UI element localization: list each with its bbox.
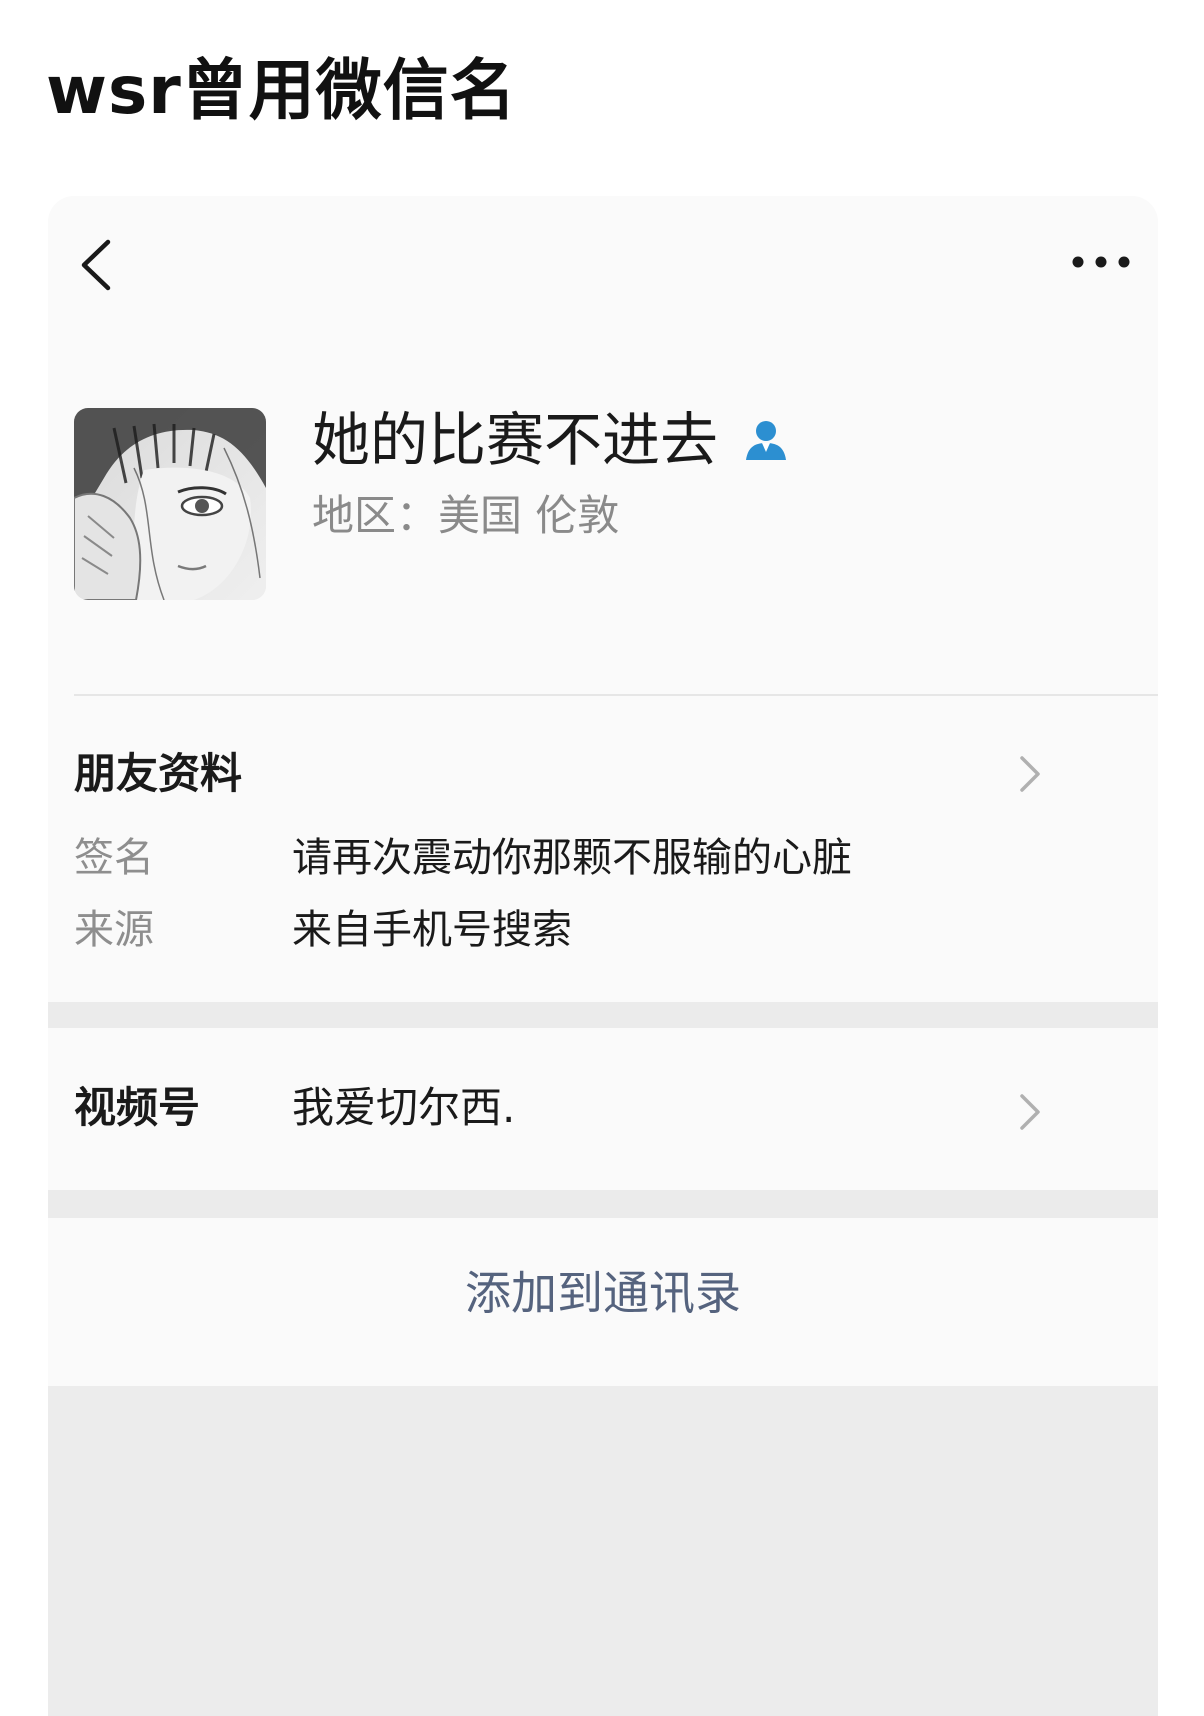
chevron-right-icon bbox=[1020, 756, 1040, 792]
person-icon bbox=[746, 421, 787, 460]
friend-info-section[interactable]: 朋友资料 签名 请再次震动你那颗不服输的心脏 来源 来自手机号搜索 bbox=[48, 696, 1158, 1002]
friend-info-title: 朋友资料 bbox=[74, 749, 243, 798]
signature-label: 签名 bbox=[74, 835, 154, 881]
more-dots-icon bbox=[1072, 256, 1130, 268]
profile-card: 她的比赛不进去 地区：美国 伦敦 朋友资料 签名 请再次震动你那颗不服输的心脏 … bbox=[48, 196, 1158, 1716]
section-gap bbox=[48, 1190, 1158, 1218]
screenshot-page: wsr曾用微信名 她的比赛不进去 地区：美国 伦敦 朋友资料 签名 请再次震动你… bbox=[0, 0, 1204, 1716]
source-value: 来自手机号搜索 bbox=[292, 907, 572, 953]
back-button[interactable] bbox=[70, 234, 126, 296]
source-label: 来源 bbox=[74, 907, 154, 953]
region-text: 地区：美国 伦敦 bbox=[312, 491, 620, 540]
add-to-contacts-label: 添加到通讯录 bbox=[465, 1266, 741, 1320]
more-button[interactable] bbox=[1066, 240, 1136, 284]
channels-label: 视频号 bbox=[74, 1083, 201, 1132]
top-bar bbox=[48, 196, 1158, 316]
avatar[interactable] bbox=[74, 408, 266, 600]
channels-row[interactable]: 视频号 我爱切尔西. bbox=[48, 1028, 1158, 1190]
nickname: 她的比赛不进去 bbox=[312, 406, 719, 474]
chevron-left-icon bbox=[81, 239, 111, 291]
caption-title: wsr曾用微信名 bbox=[46, 52, 517, 129]
chevron-right-icon bbox=[1020, 1094, 1040, 1130]
channels-value: 我爱切尔西. bbox=[292, 1083, 516, 1132]
sketch-portrait-avatar bbox=[74, 408, 266, 600]
section-gap bbox=[48, 1002, 1158, 1028]
nickname-row: 她的比赛不进去 bbox=[312, 400, 790, 480]
signature-value: 请再次震动你那颗不服输的心脏 bbox=[292, 835, 852, 881]
add-to-contacts-button[interactable]: 添加到通讯录 bbox=[48, 1218, 1158, 1382]
bottom-empty-area bbox=[48, 1386, 1158, 1716]
profile-header: 她的比赛不进去 地区：美国 伦敦 bbox=[48, 316, 1158, 696]
